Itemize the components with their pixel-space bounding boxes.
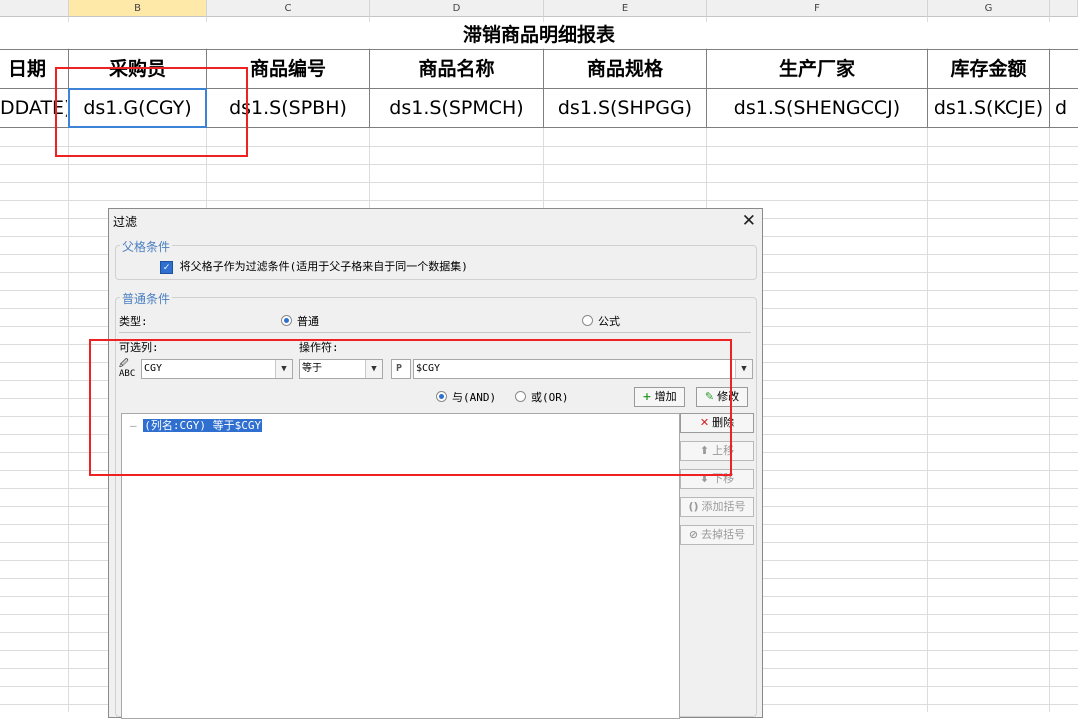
radio-normal-label[interactable]: 普通: [297, 313, 319, 329]
delete-button[interactable]: ✕ 删除: [680, 413, 754, 433]
group-label-parent: 父格条件: [120, 238, 173, 255]
type-label: 类型:: [119, 315, 148, 328]
header-cell-date[interactable]: 日期: [0, 51, 68, 88]
header-cell-product-code[interactable]: 商品编号: [207, 51, 369, 88]
column-header-a[interactable]: [0, 0, 69, 17]
grid-line: [0, 200, 1078, 201]
list-item[interactable]: — (列名:CGY) 等于$CGY: [130, 417, 263, 433]
close-icon[interactable]: ✕: [742, 211, 756, 231]
add-button[interactable]: + 增加: [634, 387, 685, 407]
header-cell-product-spec[interactable]: 商品规格: [544, 51, 706, 88]
tree-branch-icon: —: [130, 419, 137, 432]
header-cell-stock-amount[interactable]: 库存金额: [928, 51, 1049, 88]
chevron-down-icon[interactable]: ▼: [365, 360, 382, 378]
data-cell-product-name[interactable]: ds1.S(SPMCH): [370, 90, 543, 127]
arrow-up-icon: ⬆: [699, 444, 710, 457]
move-down-button[interactable]: ⬇ 下移: [680, 469, 754, 489]
column-header-d[interactable]: D: [370, 0, 544, 17]
move-up-button[interactable]: ⬆ 上移: [680, 441, 754, 461]
radio-and-label[interactable]: 与(AND): [452, 389, 496, 405]
plus-icon: +: [642, 390, 652, 403]
arrow-down-icon: ⬇: [699, 472, 710, 485]
column-header-h[interactable]: [1050, 0, 1078, 17]
header-cell-product-name[interactable]: 商品名称: [370, 51, 543, 88]
column-label: 可选列:: [119, 341, 159, 354]
operator-label: 操作符:: [299, 341, 339, 354]
chevron-down-icon[interactable]: ▼: [735, 360, 752, 378]
filter-dialog: 过滤 ✕ 父格条件 ✓ 将父格子作为过滤条件(适用于父子格来自于同一个数据集) …: [108, 208, 763, 719]
remove-bracket-button-label: 去掉括号: [701, 528, 746, 541]
value-input[interactable]: $CGY: [413, 359, 753, 379]
radio-normal[interactable]: [281, 315, 292, 326]
param-icon: P: [396, 363, 403, 374]
data-cell-product-spec[interactable]: ds1.S(SHPGG): [544, 90, 706, 127]
column-select-value: CGY: [144, 363, 163, 374]
column-header-c[interactable]: C: [207, 0, 370, 17]
radio-or-label[interactable]: 或(OR): [531, 389, 569, 405]
operator-select-value: 等于: [302, 363, 322, 374]
operator-select[interactable]: 等于 ▼: [299, 359, 383, 379]
add-bracket-button[interactable]: () 添加括号: [680, 497, 754, 517]
parent-filter-checkbox-label: 将父格子作为过滤条件(适用于父子格来自于同一个数据集): [179, 260, 468, 273]
column-header-g[interactable]: G: [928, 0, 1050, 17]
remove-bracket-button[interactable]: ⊘ 去掉括号: [680, 525, 754, 545]
header-cell-manufacturer[interactable]: 生产厂家: [707, 51, 927, 88]
param-type-button[interactable]: P: [391, 359, 411, 379]
dialog-title: 过滤: [113, 215, 138, 229]
data-cell-product-code[interactable]: ds1.S(SPBH): [207, 90, 369, 127]
grid-line: [0, 146, 1078, 147]
data-cell-date[interactable]: DDATE): [0, 90, 67, 127]
data-cell-stock-amount[interactable]: ds1.S(KCJE): [928, 90, 1049, 127]
column-select[interactable]: CGY ▼: [141, 359, 293, 379]
grid-line: [0, 182, 1078, 183]
report-title[interactable]: 滞销商品明细报表: [0, 22, 1078, 48]
grid-line: [0, 164, 1078, 165]
modify-button-label: 修改: [717, 390, 740, 403]
add-button-label: 增加: [654, 390, 677, 403]
column-header-f[interactable]: F: [707, 0, 928, 17]
abc-column-icon: 🖉 ABC: [119, 359, 136, 379]
value-dropdown[interactable]: ▼: [735, 359, 753, 379]
data-cell-next[interactable]: d: [1055, 90, 1078, 127]
add-bracket-button-label: 添加括号: [701, 500, 746, 513]
delete-button-label: 删除: [712, 416, 735, 429]
move-down-button-label: 下移: [712, 472, 735, 485]
radio-formula-label[interactable]: 公式: [598, 313, 620, 329]
group-label-normal: 普通条件: [120, 290, 173, 307]
data-cell-manufacturer[interactable]: ds1.S(SHENGCCJ): [707, 90, 927, 127]
column-header-b[interactable]: B: [69, 0, 207, 17]
delete-icon: ✕: [699, 416, 710, 429]
table-border: [1049, 49, 1050, 128]
remove-bracket-icon: ⊘: [688, 528, 699, 541]
radio-and[interactable]: [436, 391, 447, 402]
value-input-text: $CGY: [416, 363, 441, 374]
parent-filter-checkbox-row[interactable]: ✓ 将父格子作为过滤条件(适用于父子格来自于同一个数据集): [160, 258, 468, 274]
chevron-down-icon[interactable]: ▼: [275, 360, 292, 378]
condition-list[interactable]: — (列名:CGY) 等于$CGY: [121, 413, 680, 719]
column-header-e[interactable]: E: [544, 0, 707, 17]
bracket-icon: (): [688, 500, 699, 513]
edit-icon: ✎: [704, 390, 715, 403]
selected-cell-outline: [68, 88, 207, 128]
modify-button[interactable]: ✎ 修改: [696, 387, 748, 407]
condition-text[interactable]: (列名:CGY) 等于$CGY: [143, 419, 263, 432]
radio-formula[interactable]: [582, 315, 593, 326]
header-cell-buyer[interactable]: 采购员: [69, 51, 206, 88]
parent-condition-group: 父格条件 ✓ 将父格子作为过滤条件(适用于父子格来自于同一个数据集): [115, 238, 757, 280]
table-border: [0, 49, 1078, 50]
checkbox-checked-icon[interactable]: ✓: [160, 260, 173, 274]
move-up-button-label: 上移: [712, 444, 735, 457]
separator: [119, 332, 751, 333]
radio-or[interactable]: [515, 391, 526, 402]
